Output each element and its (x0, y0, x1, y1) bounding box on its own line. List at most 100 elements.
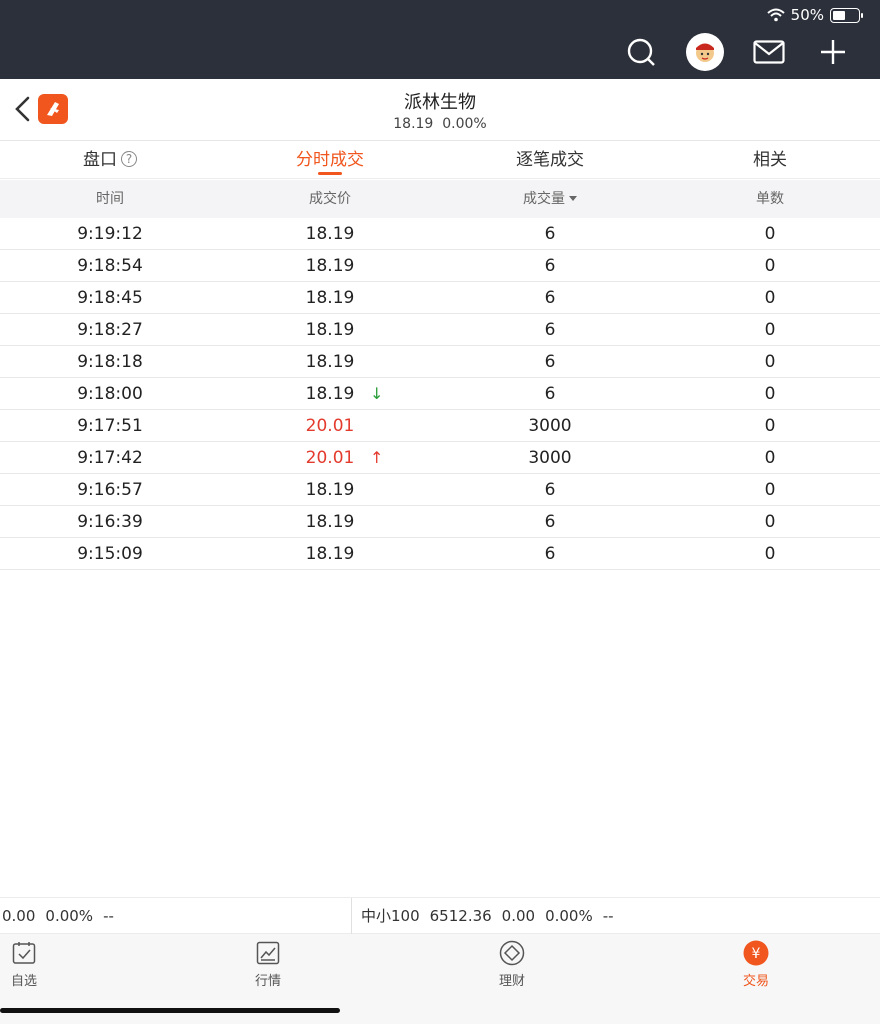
cell-volume: 6 (544, 288, 556, 308)
table-row[interactable]: 9:16:39 18.19 6 0 (0, 506, 880, 538)
cell-volume: 6 (544, 480, 556, 500)
cell-time: 9:17:42 (77, 448, 143, 468)
cell-price: 18.19 (220, 282, 440, 313)
diamond-icon (499, 940, 525, 966)
table-row[interactable]: 9:18:00 18.19 ↓ 6 0 (0, 378, 880, 410)
price-value: 18.19 (305, 352, 355, 372)
price-value: 20.01 (305, 416, 355, 436)
ticker-right-dash: -- (602, 907, 614, 925)
nav-market[interactable]: 行情 (238, 940, 298, 989)
table-row[interactable]: 9:17:51 20.01 3000 0 (0, 410, 880, 442)
cell-volume: 6 (544, 512, 556, 532)
cell-price: 18.19 (220, 346, 440, 377)
table-row[interactable]: 9:18:45 18.19 6 0 (0, 282, 880, 314)
cell-price: 20.01 ↑ (220, 442, 440, 473)
stock-header: 派林生物 18.19 0.00% (0, 79, 880, 141)
cell-count: 0 (764, 352, 776, 372)
col-price: 成交价 (309, 191, 351, 207)
tab-order-book[interactable]: 盘口? (0, 141, 220, 178)
nav-trade[interactable]: ¥ 交易 (726, 940, 786, 989)
cell-price: 18.19 (220, 474, 440, 505)
tab-related[interactable]: 相关 (660, 141, 880, 178)
home-indicator (0, 1008, 340, 1013)
price-value: 18.19 (305, 320, 355, 340)
mail-icon[interactable] (750, 33, 788, 71)
cell-time: 9:16:39 (77, 512, 143, 532)
tab-label: 分时成交 (296, 150, 364, 170)
col-volume-label: 成交量 (523, 191, 565, 207)
cell-count: 0 (764, 416, 776, 436)
table-row[interactable]: 9:16:57 18.19 6 0 (0, 474, 880, 506)
tab-label: 逐笔成交 (516, 150, 584, 170)
battery-icon (830, 7, 863, 23)
ticker-divider (351, 898, 352, 934)
avatar[interactable] (686, 33, 724, 71)
price-value: 18.19 (305, 224, 355, 244)
cell-time: 9:18:00 (77, 384, 143, 404)
top-bar: 50% (0, 0, 880, 79)
cell-time: 9:18:18 (77, 352, 143, 372)
tab-tick-trades[interactable]: 逐笔成交 (440, 141, 660, 178)
arrow-down-icon: ↓ (370, 384, 384, 403)
ticker-right-value: 6512.36 (429, 907, 492, 925)
cell-count: 0 (764, 256, 776, 276)
cell-count: 0 (764, 384, 776, 404)
cell-price: 18.19 (220, 250, 440, 281)
svg-text:¥: ¥ (752, 946, 761, 962)
col-volume[interactable]: 成交量 (440, 180, 660, 218)
wifi-icon (766, 8, 785, 22)
ticker-left: 0.00 0.00% -- (2, 898, 124, 934)
table-row[interactable]: 9:18:27 18.19 6 0 (0, 314, 880, 346)
cell-volume: 6 (544, 256, 556, 276)
cell-count: 0 (764, 448, 776, 468)
cell-time: 9:18:27 (77, 320, 143, 340)
col-time: 时间 (96, 191, 124, 207)
cell-count: 0 (764, 320, 776, 340)
tab-time-trades[interactable]: 分时成交 (220, 141, 440, 178)
table-row[interactable]: 9:18:18 18.19 6 0 (0, 346, 880, 378)
cell-price: 18.19 (220, 506, 440, 537)
ticker-right-name: 中小100 (361, 907, 420, 925)
price-value: 18.19 (305, 288, 355, 308)
stock-price-line: 18.19 0.00% (0, 116, 880, 132)
table-row[interactable]: 9:18:54 18.19 6 0 (0, 250, 880, 282)
cell-price: 18.19 (220, 538, 440, 569)
cell-count: 0 (764, 512, 776, 532)
nav-label: 交易 (742, 974, 769, 989)
help-icon[interactable]: ? (121, 151, 137, 167)
cell-time: 9:16:57 (77, 480, 143, 500)
cell-volume: 6 (544, 224, 556, 244)
nav-watchlist[interactable]: 自选 (0, 940, 54, 989)
cell-volume: 6 (544, 352, 556, 372)
ticker-left-value: 0.00 (2, 907, 36, 925)
nav-wealth[interactable]: 理财 (482, 940, 542, 989)
cell-time: 9:17:51 (77, 416, 143, 436)
add-icon[interactable] (814, 33, 852, 71)
cell-count: 0 (764, 544, 776, 564)
cell-price: 18.19 ↓ (220, 378, 440, 409)
ticker-left-pct: 0.00% (45, 907, 94, 925)
index-ticker[interactable]: 0.00 0.00% -- 中小100 6512.36 0.00 0.00% -- (0, 897, 880, 934)
tab-label: 盘口 (83, 150, 117, 170)
table-row[interactable]: 9:17:42 20.01 ↑ 3000 0 (0, 442, 880, 474)
price-value: 18.19 (305, 384, 355, 404)
trade-table: 9:19:12 18.19 6 0 9:18:54 18.19 6 0 9:18:45 18.19… (0, 218, 880, 570)
table-row[interactable]: 9:15:09 18.19 6 0 (0, 538, 880, 570)
ticker-right-pct: 0.00% (545, 907, 593, 925)
cell-time: 9:18:45 (77, 288, 143, 308)
cell-count: 0 (764, 288, 776, 308)
search-icon[interactable] (622, 33, 660, 71)
table-row[interactable]: 9:19:12 18.19 6 0 (0, 218, 880, 250)
nav-label: 理财 (498, 974, 525, 989)
chart-icon (255, 940, 281, 966)
ticker-left-dash: -- (103, 907, 114, 925)
stock-name: 派林生物 (404, 92, 476, 113)
yen-icon: ¥ (743, 940, 769, 966)
cell-volume: 3000 (528, 416, 572, 436)
cell-count: 0 (764, 224, 776, 244)
checkbox-icon (11, 940, 37, 966)
cell-price: 20.01 (220, 410, 440, 441)
cell-volume: 6 (544, 320, 556, 340)
cell-time: 9:18:54 (77, 256, 143, 276)
status-bar: 50% (766, 6, 863, 24)
